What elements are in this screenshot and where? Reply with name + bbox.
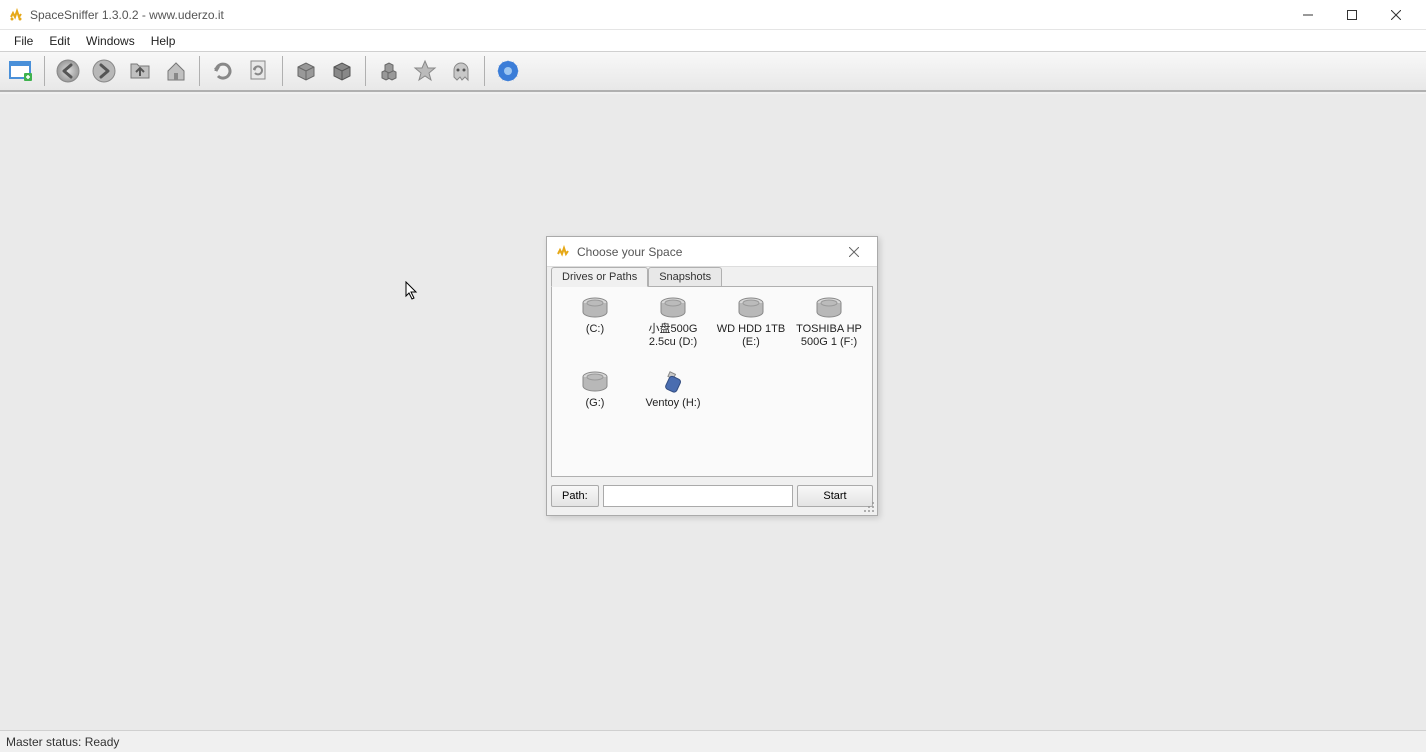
forward-icon (91, 58, 117, 84)
ghost-icon (448, 58, 474, 84)
dialog-tabs: Drives or Paths Snapshots (547, 266, 877, 286)
refresh-icon (210, 58, 236, 84)
close-icon (849, 247, 859, 257)
maximize-button[interactable] (1330, 0, 1374, 30)
dialog-titlebar[interactable]: Choose your Space (547, 237, 877, 267)
drives-list: (C:) 小盘500G 2.5cu (D:)WD HDD 1TB (E:)TOSH… (551, 286, 873, 477)
toolbar (0, 52, 1426, 92)
home-icon (163, 58, 189, 84)
close-button[interactable] (1374, 0, 1418, 30)
dialog-title: Choose your Space (577, 245, 839, 259)
back-icon (55, 58, 81, 84)
ghost-button[interactable] (444, 54, 478, 88)
resize-grip-icon[interactable] (863, 501, 875, 513)
status-text: Master status: Ready (6, 735, 119, 749)
menubar: File Edit Windows Help (0, 30, 1426, 52)
hard-drive-icon (658, 297, 688, 319)
path-label-button[interactable]: Path: (551, 485, 599, 507)
drive-item[interactable]: TOSHIBA HP 500G 1 (F:) (790, 295, 868, 365)
toolbar-separator (365, 56, 366, 86)
statusbar: Master status: Ready (0, 730, 1426, 752)
new-scan-button[interactable] (4, 54, 38, 88)
star-button[interactable] (408, 54, 442, 88)
tab-drives[interactable]: Drives or Paths (551, 267, 648, 287)
up-icon (127, 58, 153, 84)
menu-edit[interactable]: Edit (41, 32, 78, 50)
drive-item[interactable]: Ventoy (H:) (634, 369, 712, 439)
titlebar: SpaceSniffer 1.3.0.2 - www.uderzo.it (0, 0, 1426, 30)
drive-item[interactable]: (G:) (556, 369, 634, 439)
refresh-button[interactable] (206, 54, 240, 88)
boxes-button[interactable] (372, 54, 406, 88)
minimize-button[interactable] (1286, 0, 1330, 30)
boxes-icon (376, 58, 402, 84)
box-alt-button[interactable] (325, 54, 359, 88)
home-button[interactable] (159, 54, 193, 88)
toolbar-separator (44, 56, 45, 86)
dialog-close-button[interactable] (839, 237, 869, 267)
forward-button[interactable] (87, 54, 121, 88)
tab-snapshots[interactable]: Snapshots (648, 267, 722, 287)
back-button[interactable] (51, 54, 85, 88)
drive-label: TOSHIBA HP 500G 1 (F:) (790, 323, 868, 349)
choose-space-dialog: Choose your Space Drives or Paths Snapsh… (546, 236, 878, 516)
drive-label: (G:) (586, 397, 605, 410)
star-icon (412, 58, 438, 84)
toolbar-separator (282, 56, 283, 86)
hard-drive-icon (580, 297, 610, 319)
up-button[interactable] (123, 54, 157, 88)
usb-drive-icon (658, 371, 688, 393)
menu-file[interactable]: File (6, 32, 41, 50)
window-title: SpaceSniffer 1.3.0.2 - www.uderzo.it (30, 8, 1286, 22)
toolbar-separator (199, 56, 200, 86)
dialog-app-icon (555, 244, 571, 260)
hard-drive-icon (736, 297, 766, 319)
app-icon (8, 7, 24, 23)
hard-drive-icon (814, 297, 844, 319)
window-controls (1286, 0, 1418, 30)
settings-button[interactable] (491, 54, 525, 88)
drive-label: Ventoy (H:) (645, 397, 700, 410)
drive-item[interactable]: (C:) (556, 295, 634, 365)
hard-drive-icon (580, 371, 610, 393)
menu-windows[interactable]: Windows (78, 32, 143, 50)
box-button[interactable] (289, 54, 323, 88)
drive-label: WD HDD 1TB (E:) (712, 323, 790, 349)
reload-icon (246, 58, 272, 84)
drive-label: 小盘500G 2.5cu (D:) (634, 323, 712, 349)
dialog-footer: Path: Start (547, 481, 877, 515)
toolbar-separator (484, 56, 485, 86)
new-scan-icon (8, 58, 34, 84)
reload-button[interactable] (242, 54, 276, 88)
path-input[interactable] (603, 485, 793, 507)
gear-icon (495, 58, 521, 84)
box-alt-icon (329, 58, 355, 84)
box-icon (293, 58, 319, 84)
start-button[interactable]: Start (797, 485, 873, 507)
drive-label: (C:) (586, 323, 604, 336)
drive-item[interactable]: 小盘500G 2.5cu (D:) (634, 295, 712, 365)
drive-item[interactable]: WD HDD 1TB (E:) (712, 295, 790, 365)
menu-help[interactable]: Help (143, 32, 184, 50)
